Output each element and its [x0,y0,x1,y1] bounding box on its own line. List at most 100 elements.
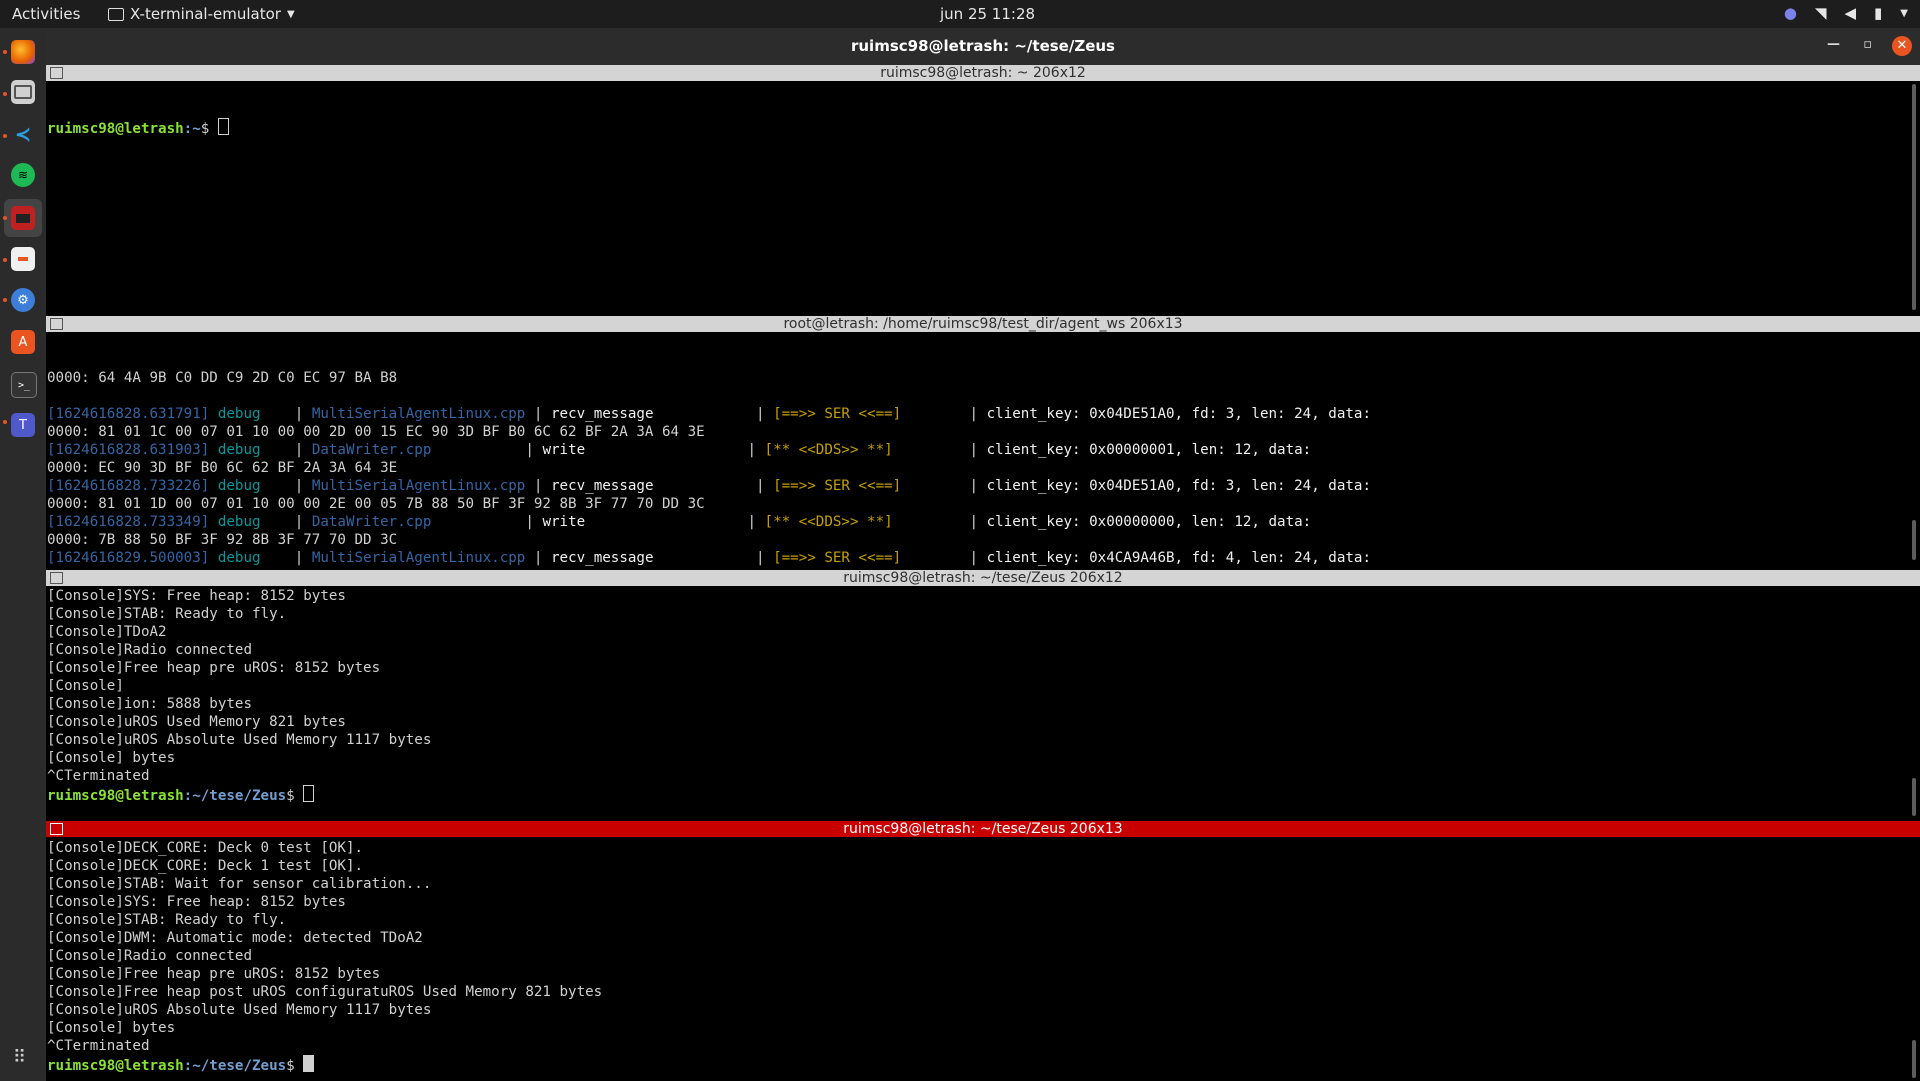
files-icon[interactable] [11,80,35,104]
log-line: [1624616828.631791] debug | MultiSerialA… [47,406,1371,422]
dock: ≺ ≋ ⚙ A >_ T ⠿ [0,28,46,1081]
console-line: [Console]SYS: Free heap: 8152 bytes [47,894,346,910]
scrollbar-pane-3[interactable] [1912,778,1916,816]
prompt-line: ruimsc98@letrash:~$ [46,118,1908,137]
console-line: [Console]Free heap post uROS configuratu… [47,984,603,1000]
app-menu[interactable]: X-terminal-emulator ▼ [108,5,295,23]
log-line: [1624616828.733349] debug | DataWriter.c… [47,514,1312,530]
log-timestamp: [1624616828.733349] [47,514,210,530]
pane-menu-icon[interactable] [50,67,63,79]
log-function: write [542,514,586,530]
minimize-button[interactable]: — [1827,37,1840,52]
log-line: [1624616829.500003] debug | MultiSerialA… [47,550,1371,566]
scrollbar-pane-4[interactable] [1912,1040,1916,1078]
vscode-icon[interactable]: ≺ [11,122,35,146]
prompt-path: :~/tese/Zeus [183,788,287,804]
running-indicator [3,50,7,54]
wifi-icon[interactable]: ◥ [1815,4,1827,22]
console-line: [Console]TDoA2 [47,624,167,640]
console-line: [Console] [47,678,124,694]
log-info: client_key: 0x04DE51A0, fd: 3, len: 24, … [986,478,1371,494]
log-function: recv_message [550,406,654,422]
pane-header-2[interactable]: root@letrash: /home/ruimsc98/test_dir/ag… [46,316,1920,332]
prompt-symbol: $ [286,788,304,804]
power-menu-icon[interactable]: ▼ [1900,8,1908,19]
pane-header-3[interactable]: ruimsc98@letrash: ~/tese/Zeus 206x12 [46,570,1920,586]
log-function: write [542,442,586,458]
clock[interactable]: jun 25 11:28 [940,5,1035,23]
scrollbar-pane-1[interactable] [1912,84,1916,310]
maximize-button[interactable]: ▫ [1863,37,1872,52]
console-line: [Console]Free heap pre uROS: 8152 bytes [47,660,381,676]
pane-menu-icon[interactable] [50,572,63,584]
volume-icon[interactable]: ◀ [1844,4,1856,22]
software-store-icon[interactable]: A [11,330,35,354]
log-timestamp: [1624616829.500003] [47,550,210,566]
terminal-pane-4[interactable]: [Console]DECK_CORE: Deck 0 test [OK]. [Co… [46,839,1908,1081]
pane-title: ruimsc98@letrash: ~/tese/Zeus 206x13 [843,821,1123,837]
console-line: [Console]SYS: Free heap: 8152 bytes [47,588,346,604]
pane-title: root@letrash: /home/ruimsc98/test_dir/ag… [783,316,1183,332]
log-info: client_key: 0x4CA9A46B, fd: 4, len: 24, … [986,550,1371,566]
log-direction: [==>> SER <<==] [773,478,902,494]
terminal-icon[interactable]: >_ [11,372,37,398]
console-line: [Console]Radio connected [47,642,252,658]
log-info: client_key: 0x04DE51A0, fd: 3, len: 24, … [986,406,1371,422]
terminal-pane-1[interactable]: ruimsc98@letrash:~$ [46,82,1908,315]
prompt-line: ruimsc98@letrash:~/tese/Zeus$ [46,785,1908,804]
terminal-cursor [303,1055,315,1072]
prompt-symbol: $ [286,1058,304,1074]
show-applications-icon[interactable]: ⠿ [13,1047,33,1068]
console-line: [Console]DWM: Automatic mode: detected T… [47,930,423,946]
console-line: [Console]STAB: Wait for sensor calibrati… [47,876,432,892]
chevron-down-icon: ▼ [286,8,295,20]
firefox-icon[interactable] [11,40,35,64]
activities-button[interactable]: Activities [12,5,80,23]
log-line: 0000: 64 4A 9B C0 DD C9 2D C0 EC 97 BA B… [47,370,398,386]
pane-header-4[interactable]: ruimsc98@letrash: ~/tese/Zeus 206x13 [46,821,1920,837]
log-function: recv_message [550,550,654,566]
prompt-user: ruimsc98@letrash [47,1058,184,1074]
console-line: [Console]Free heap pre uROS: 8152 bytes [47,966,381,982]
teams-icon[interactable]: T [11,413,35,437]
pane-title: ruimsc98@letrash: ~/tese/Zeus 206x12 [843,570,1123,586]
log-line: [1624616828.733226] debug | MultiSerialA… [47,478,1371,494]
document-icon[interactable] [11,247,35,271]
running-indicator [3,298,7,302]
prompt-path: :~ [183,121,201,137]
teams-tray-icon[interactable]: ● [1784,4,1797,22]
console-line: [Console]Radio connected [47,948,252,964]
log-source-file: MultiSerialAgentLinux.cpp [311,478,526,494]
log-timestamp: [1624616828.631791] [47,406,210,422]
log-hex-line: 0000: 81 01 1A 00 07 01 10 00 00 2B 00 1… [46,567,1908,568]
log-info: client_key: 0x00000000, len: 12, data: [986,514,1312,530]
terminal-screencast-icon[interactable] [11,206,35,230]
window-title: ruimsc98@letrash: ~/tese/Zeus [850,37,1115,55]
spotify-icon[interactable]: ≋ [11,163,35,187]
console-line: [Console]STAB: Ready to fly. [47,606,287,622]
terminal-pane-3[interactable]: [Console]SYS: Free heap: 8152 bytes [Cons… [46,587,1908,820]
prompt-symbol: $ [200,121,218,137]
pane-menu-icon[interactable] [50,318,63,330]
log-info: client_key: 0x00000001, len: 12, data: [986,442,1312,458]
terminal-pane-2[interactable]: 0000: 64 4A 9B C0 DD C9 2D C0 EC 97 BA B… [46,333,1908,568]
running-indicator [3,134,7,138]
console-line: [Console] bytes [47,1020,176,1036]
running-indicator [3,258,7,262]
log-function: recv_message [550,478,654,494]
log-level: debug [217,406,261,422]
system-tray[interactable]: ● ◥ ◀ ▮ ▼ [1784,4,1908,22]
log-source-file: MultiSerialAgentLinux.cpp [311,550,526,566]
settings-app-icon[interactable]: ⚙ [11,288,35,312]
window-titlebar[interactable]: ruimsc98@letrash: ~/tese/Zeus — ▫ ✕ [46,28,1920,65]
log-hex-line: 0000: 7B 88 50 BF 3F 92 8B 3F 77 70 DD 3… [47,532,398,548]
close-button[interactable]: ✕ [1892,36,1912,56]
window-icon [108,7,124,21]
pane-menu-icon[interactable] [50,823,63,835]
scrollbar-pane-2[interactable] [1912,520,1916,560]
console-line: ^CTerminated [47,1038,150,1054]
running-indicator [3,216,7,220]
pane-header-1[interactable]: ruimsc98@letrash: ~ 206x12 [46,65,1920,81]
terminal-cursor [303,785,315,802]
battery-icon[interactable]: ▮ [1874,4,1882,22]
